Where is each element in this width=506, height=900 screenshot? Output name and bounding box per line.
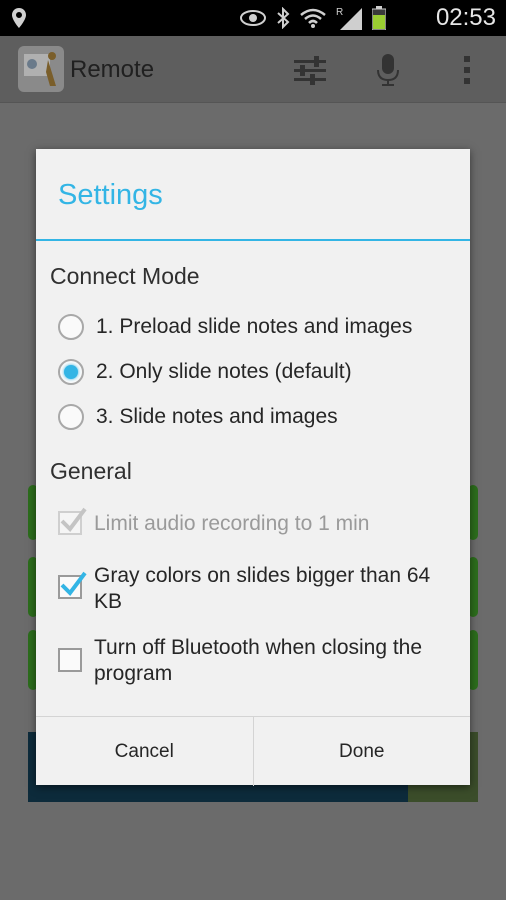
connect-mode-option-1[interactable]: 1. Preload slide notes and images (58, 314, 458, 340)
status-icons: R (240, 6, 386, 30)
location-icon (12, 8, 26, 28)
status-time: 02:53 (435, 4, 496, 31)
sliders-icon[interactable] (292, 52, 328, 88)
eye-icon (240, 10, 266, 26)
app-logo-icon[interactable] (18, 46, 64, 92)
connect-mode-option-label: 2. Only slide notes (default) (96, 360, 352, 383)
action-bar: Remote (0, 36, 506, 103)
dialog-title: Settings (58, 179, 163, 211)
limit-audio-label: Limit audio recording to 1 min (94, 512, 370, 535)
done-button[interactable]: Done (252, 717, 471, 786)
check-icon (60, 571, 87, 597)
microphone-icon[interactable] (370, 52, 406, 88)
general-heading: General (50, 458, 132, 484)
signal-icon: R (336, 7, 362, 30)
app-title: Remote (70, 56, 155, 83)
checkbox-disabled (58, 507, 87, 535)
status-bar: R 02:53 (0, 0, 506, 36)
connect-mode-heading: Connect Mode (50, 263, 200, 289)
battery-icon (372, 6, 386, 30)
overflow-menu-icon[interactable] (450, 52, 486, 88)
bluetooth-off-option[interactable]: Turn off Bluetooth when closing the prog… (58, 635, 458, 687)
dialog-button-bar: Cancel Done (36, 716, 470, 786)
cancel-button[interactable]: Cancel (36, 717, 253, 786)
checkbox-checked[interactable] (58, 571, 87, 599)
limit-audio-option: Limit audio recording to 1 min (58, 507, 458, 537)
svg-text:R: R (336, 7, 343, 18)
bluetooth-off-label: Turn off Bluetooth when closing the prog… (94, 636, 423, 685)
checkbox-unchecked[interactable] (58, 648, 82, 672)
connect-mode-option-3[interactable]: 3. Slide notes and images (58, 404, 458, 430)
connect-mode-option-label: 1. Preload slide notes and images (96, 315, 413, 338)
radio-button[interactable] (58, 404, 84, 430)
gray-colors-label: Gray colors on slides bigger than 64 KB (94, 564, 431, 613)
gray-colors-option[interactable]: Gray colors on slides bigger than 64 KB (58, 563, 458, 615)
title-divider (36, 239, 470, 241)
radio-button-selected[interactable] (58, 359, 84, 385)
radio-button[interactable] (58, 314, 84, 340)
check-icon (60, 507, 87, 533)
settings-dialog: Settings Connect Mode 1. Preload slide n… (36, 149, 470, 786)
connect-mode-option-label: 3. Slide notes and images (96, 405, 338, 428)
bluetooth-icon (277, 7, 290, 29)
connect-mode-option-2[interactable]: 2. Only slide notes (default) (58, 359, 458, 385)
wifi-icon (300, 8, 326, 28)
